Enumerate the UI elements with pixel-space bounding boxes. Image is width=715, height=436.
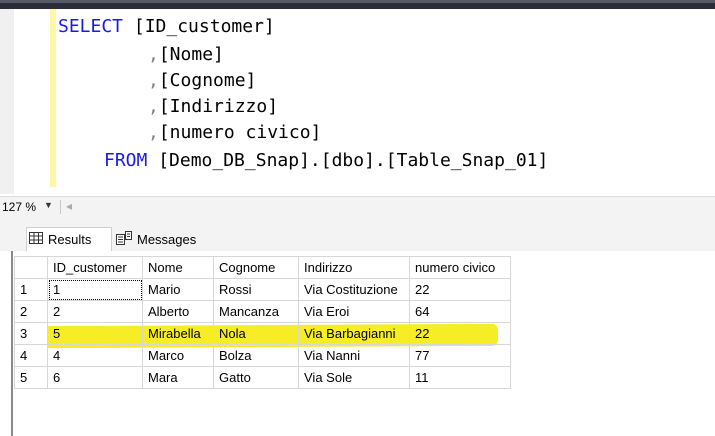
table-cell[interactable]: Mancanza — [213, 300, 299, 323]
table-cell[interactable]: 6 — [47, 366, 143, 389]
messages-icon — [116, 230, 132, 248]
comma: , — [148, 96, 159, 117]
code-text: [Indirizzo] — [158, 96, 279, 117]
comma: , — [148, 122, 159, 143]
row-number-header[interactable] — [14, 256, 48, 279]
table-cell[interactable]: Via Eroi — [298, 300, 410, 323]
editor-margin — [0, 9, 14, 194]
code-line-2[interactable]: ,[Nome] — [148, 43, 224, 67]
column-header[interactable]: Nome — [142, 256, 214, 279]
results-table: ID_customer Nome Cognome Indirizzo numer… — [14, 256, 511, 389]
table-cell[interactable]: 1 — [47, 278, 143, 301]
code-text: [ID_customer] — [123, 16, 275, 37]
keyword: FROM — [104, 150, 148, 171]
table-row[interactable]: 5 6 Mara Gatto Via Sole 11 — [14, 366, 511, 389]
comma: , — [148, 70, 159, 91]
row-number[interactable]: 5 — [14, 366, 48, 389]
table-row[interactable]: 4 4 Marco Bolza Via Nanni 77 — [14, 344, 511, 367]
row-number[interactable]: 2 — [14, 300, 48, 323]
grid-icon — [29, 232, 43, 247]
table-cell[interactable]: Via Sole — [298, 366, 410, 389]
title-strip-accent — [0, 0, 715, 3]
keyword: SELECT — [58, 16, 124, 37]
table-cell[interactable]: Alberto — [142, 300, 214, 323]
code-text: [Cognome] — [158, 70, 257, 91]
tab-messages-label: Messages — [137, 231, 197, 247]
tab-messages[interactable]: Messages — [116, 227, 212, 251]
table-cell[interactable]: Bolza — [213, 344, 299, 367]
code-text: [Demo_DB_Snap].[dbo].[Table_Snap_01] — [147, 150, 549, 171]
chevron-down-icon[interactable]: ▼ — [44, 200, 53, 210]
code-line-4[interactable]: ,[Indirizzo] — [148, 95, 278, 119]
code-line-5[interactable]: ,[numero civico] — [148, 121, 321, 145]
table-cell[interactable]: Mario — [142, 278, 214, 301]
result-tabs: Results Messages — [0, 219, 715, 251]
row-number[interactable]: 4 — [14, 344, 48, 367]
table-row[interactable]: 3 5 Mirabella Nola Via Barbagianni 22 — [14, 322, 511, 345]
table-cell[interactable]: 11 — [409, 366, 511, 389]
table-header-row: ID_customer Nome Cognome Indirizzo numer… — [14, 256, 511, 279]
table-cell[interactable]: Marco — [142, 344, 214, 367]
code-text: [numero civico] — [158, 122, 322, 143]
table-cell[interactable]: Mirabella — [142, 322, 214, 345]
tab-results[interactable]: Results — [26, 227, 112, 251]
column-header[interactable]: Cognome — [213, 256, 299, 279]
code-text: [Nome] — [158, 44, 224, 65]
grid-frame-border — [11, 251, 13, 436]
table-cell[interactable]: Mara — [142, 366, 214, 389]
query-editor[interactable]: SELECT [ID_customer] ,[Nome] ,[Cognome] … — [0, 9, 715, 194]
table-cell[interactable]: Via Nanni — [298, 344, 410, 367]
table-cell[interactable]: 77 — [409, 344, 511, 367]
code-line-6[interactable]: FROM [Demo_DB_Snap].[dbo].[Table_Snap_01… — [104, 149, 548, 173]
table-row[interactable]: 2 2 Alberto Mancanza Via Eroi 64 — [14, 300, 511, 323]
code-line-3[interactable]: ,[Cognome] — [148, 69, 256, 93]
zoom-level[interactable]: 127 % — [2, 200, 36, 214]
table-cell[interactable]: 5 — [47, 322, 143, 345]
table-cell[interactable]: 2 — [47, 300, 143, 323]
column-header[interactable]: ID_customer — [47, 256, 143, 279]
table-cell[interactable]: 22 — [409, 322, 511, 345]
row-number[interactable]: 3 — [14, 322, 48, 345]
table-cell[interactable]: Gatto — [213, 366, 299, 389]
divider — [60, 200, 61, 214]
table-cell[interactable]: Via Barbagianni — [298, 322, 410, 345]
zoom-bar: 127 % ▼ ◂ — [0, 196, 715, 220]
column-header[interactable]: Indirizzo — [298, 256, 410, 279]
table-cell[interactable]: Rossi — [213, 278, 299, 301]
table-cell[interactable]: Nola — [213, 322, 299, 345]
change-indicator-bar — [50, 9, 56, 187]
column-header[interactable]: numero civico — [409, 256, 511, 279]
code-line-1[interactable]: SELECT [ID_customer] — [58, 15, 275, 39]
row-number[interactable]: 1 — [14, 278, 48, 301]
table-row[interactable]: 1 1 Mario Rossi Via Costituzione 22 — [14, 278, 511, 301]
scroll-left-icon[interactable]: ◂ — [66, 199, 72, 213]
table-cell[interactable]: 22 — [409, 278, 511, 301]
table-cell[interactable]: 4 — [47, 344, 143, 367]
table-cell[interactable]: Via Costituzione — [298, 278, 410, 301]
comma: , — [148, 44, 159, 65]
title-strip — [0, 0, 715, 9]
table-cell[interactable]: 64 — [409, 300, 511, 323]
tab-results-label: Results — [48, 232, 92, 247]
results-grid-area: ID_customer Nome Cognome Indirizzo numer… — [0, 251, 715, 436]
